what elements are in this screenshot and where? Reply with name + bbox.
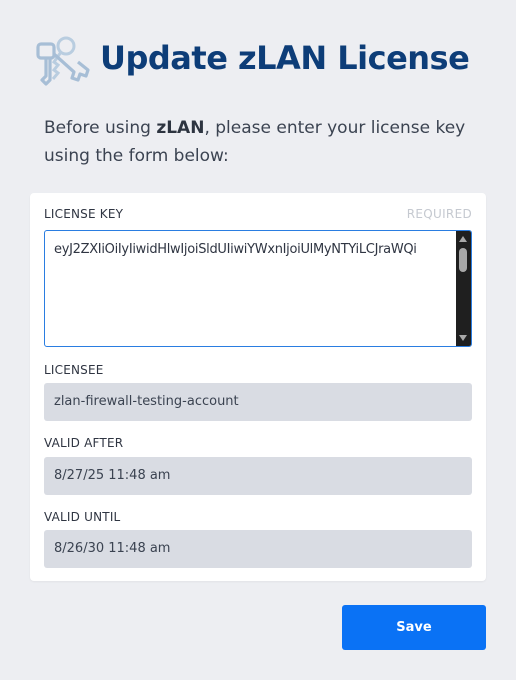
- license-key-value: eyJ2ZXIiOiIyIiwidHlwIjoiSldUIiwiYWxnIjoi…: [54, 242, 417, 257]
- licensee-field: zlan-firewall-testing-account: [44, 383, 472, 421]
- license-key-scrollbar[interactable]: [456, 231, 471, 346]
- save-button[interactable]: Save: [342, 605, 486, 650]
- page-header: Update zLAN License: [30, 30, 500, 92]
- intro-product-name: zLAN: [156, 118, 205, 138]
- scroll-up-icon[interactable]: [459, 236, 467, 242]
- scroll-thumb[interactable]: [459, 248, 467, 272]
- scroll-down-icon[interactable]: [459, 335, 467, 341]
- valid-until-label: VALID UNTIL: [44, 510, 121, 524]
- valid-until-field: 8/26/30 11:48 am: [44, 530, 472, 568]
- license-key-input[interactable]: eyJ2ZXIiOiIyIiwidHlwIjoiSldUIiwiYWxnIjoi…: [44, 230, 472, 347]
- required-indicator: REQUIRED: [406, 207, 472, 221]
- intro-text: Before using zLAN, please enter your lic…: [44, 114, 484, 170]
- licensee-label: LICENSEE: [44, 363, 104, 377]
- valid-after-label: VALID AFTER: [44, 436, 124, 450]
- license-key-label: LICENSE KEY: [44, 207, 124, 221]
- keys-icon: [36, 36, 90, 86]
- intro-prefix: Before using: [44, 118, 157, 138]
- license-form-card: LICENSE KEY REQUIRED eyJ2ZXIiOiIyIiwidHl…: [30, 193, 486, 581]
- page-title: Update zLAN License: [100, 39, 470, 77]
- valid-after-field: 8/27/25 11:48 am: [44, 457, 472, 495]
